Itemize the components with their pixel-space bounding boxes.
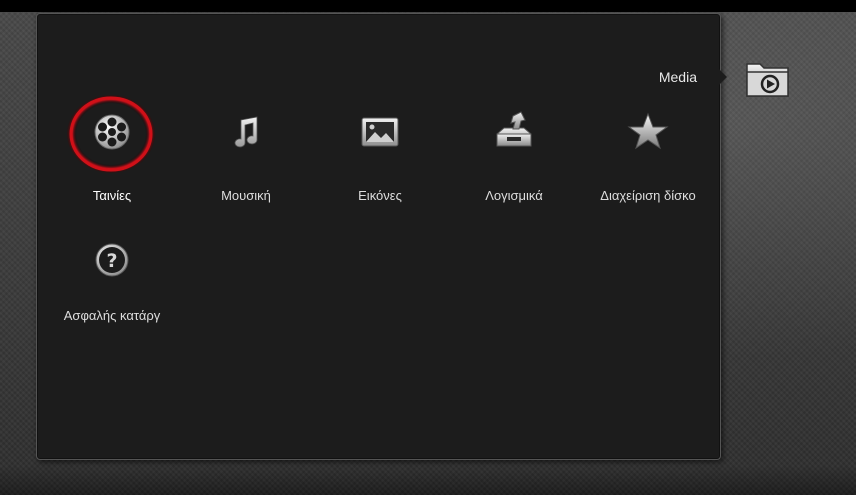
menu-item-label: Ασφαλής κατάργ [63,308,161,323]
svg-text:?: ? [106,250,117,272]
menu-item-disk-management[interactable]: Διαχείριση δίσκο [588,110,708,220]
music-note-icon [201,102,291,192]
software-install-icon [469,102,559,192]
menu-item-software[interactable]: Λογισμικά [454,110,574,220]
menu-item-music[interactable]: Μουσική [186,110,306,220]
menu-item-safe-removal[interactable]: ? Ασφαλής κατάργ [52,238,172,348]
menu-item-label: Διαχείριση δίσκο [600,188,696,203]
tv-menu-screen: Media Ταινίες Μουσική Εικόνες Λογισμικά … [0,0,856,495]
section-title: Media [658,69,697,85]
panel-pointer [718,68,727,86]
picture-icon [335,102,425,192]
film-reel-icon [67,102,157,192]
menu-item-pictures[interactable]: Εικόνες [320,110,440,220]
star-icon [603,102,693,192]
help-icon: ? [67,230,157,320]
menu-item-movies[interactable]: Ταινίες [52,110,172,220]
media-folder-icon [744,56,792,100]
